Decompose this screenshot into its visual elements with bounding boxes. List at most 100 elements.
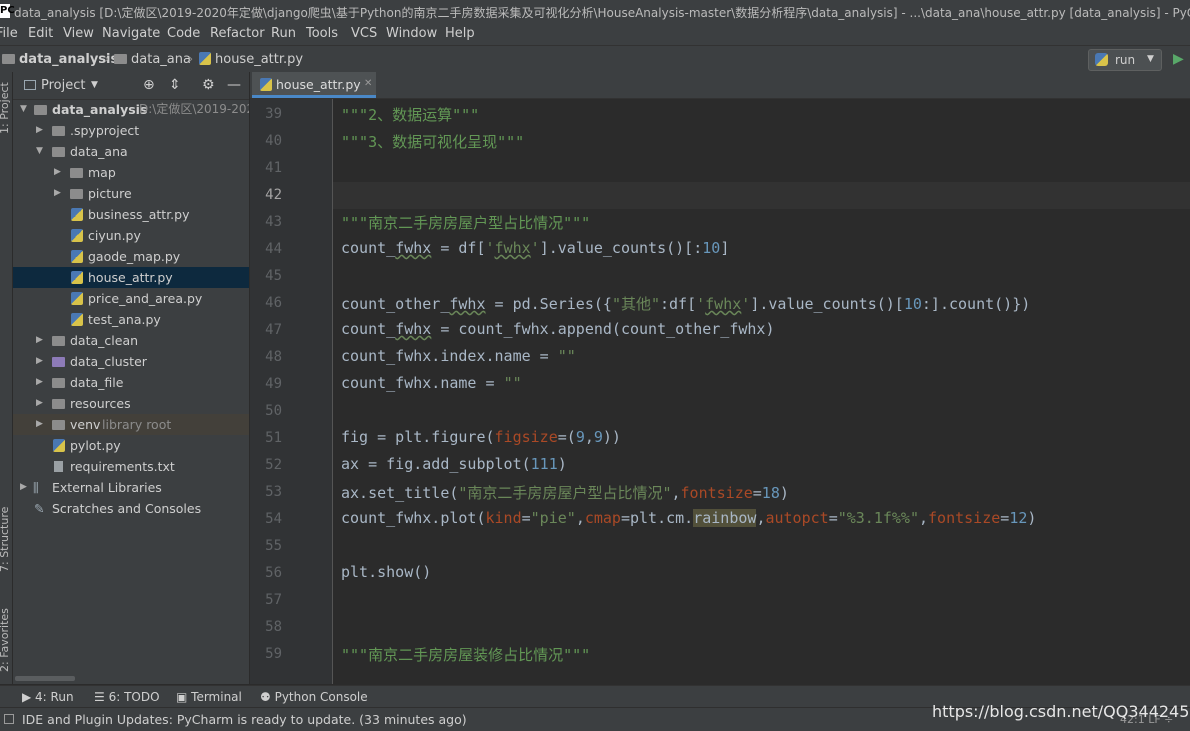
side-tab-favorites[interactable]: 2: Favorites	[0, 608, 11, 672]
terminal-tool-button[interactable]: ▣ Terminal	[176, 690, 242, 704]
menu-window[interactable]: Window	[386, 26, 437, 41]
folder-icon	[34, 105, 47, 115]
collapsed-arrow-icon[interactable]: ▶	[36, 330, 43, 351]
locate-file-icon[interactable]: ⊕	[143, 77, 155, 93]
tree-item-data-file[interactable]: ▶ data_file	[13, 372, 249, 393]
collapsed-arrow-icon[interactable]: ▶	[54, 162, 61, 183]
menu-edit[interactable]: Edit	[28, 26, 53, 41]
status-message[interactable]: IDE and Plugin Updates: PyCharm is ready…	[22, 712, 467, 727]
code-line: """南京二手房房屋户型占比情况"""	[341, 214, 591, 232]
expanded-arrow-icon[interactable]: ▼	[36, 141, 43, 162]
menu-tools[interactable]: Tools	[306, 26, 338, 41]
menu-refactor[interactable]: Refactor	[210, 26, 265, 41]
tree-item-spyproject[interactable]: ▶ .spyproject	[13, 120, 249, 141]
code-line: count_fwhx = count_fwhx.append(count_oth…	[341, 320, 775, 338]
tree-item-data-analysis[interactable]: ▼ data_analysis D:\定做区\2019-202	[13, 99, 249, 120]
python-file-icon	[71, 271, 83, 284]
folder-icon	[52, 126, 65, 136]
expanded-arrow-icon[interactable]: ▼	[20, 99, 27, 120]
collapsed-arrow-icon[interactable]: ▶	[36, 393, 43, 414]
breadcrumb-folder[interactable]: data_ana	[114, 52, 191, 67]
code-line: """南京二手房房屋装修占比情况"""	[341, 646, 591, 664]
breadcrumb-file[interactable]: house_attr.py	[199, 52, 303, 67]
editor-gutter: 39 40 41 42 43 44 45 46 47 48 49 50 51 5…	[250, 99, 333, 684]
menu-help[interactable]: Help	[445, 26, 475, 41]
folder-icon	[2, 54, 15, 64]
project-view-select[interactable]: Project	[41, 78, 85, 93]
folder-icon	[52, 420, 65, 430]
folder-icon	[52, 336, 65, 346]
tree-item-data-clean[interactable]: ▶ data_clean	[13, 330, 249, 351]
code-line: count_fwhx.index.name = ""	[341, 347, 576, 365]
tree-item-external-libraries[interactable]: ▶ ⫼ External Libraries	[13, 477, 249, 498]
tree-item-price-and-area[interactable]: price_and_area.py	[13, 288, 249, 309]
python-file-icon	[71, 250, 83, 263]
tree-item-test-ana[interactable]: test_ana.py	[13, 309, 249, 330]
tree-item-picture[interactable]: ▶ picture	[13, 183, 249, 204]
code-line: """2、数据运算"""	[341, 106, 480, 124]
tree-item-data-cluster[interactable]: ▶ data_cluster	[13, 351, 249, 372]
menu-view[interactable]: View	[63, 26, 94, 41]
chevron-down-icon[interactable]: ▼	[91, 80, 98, 90]
menu-bar: File Edit View Navigate Code Refactor Ru…	[0, 23, 1190, 45]
collapsed-arrow-icon[interactable]: ▶	[36, 351, 43, 372]
tree-item-pylot[interactable]: pylot.py	[13, 435, 249, 456]
tree-item-ciyun[interactable]: ciyun.py	[13, 225, 249, 246]
folder-icon	[52, 399, 65, 409]
menu-code[interactable]: Code	[167, 26, 200, 41]
tree-item-house-attr[interactable]: house_attr.py	[13, 267, 249, 288]
code-line: ax.set_title("南京二手房房屋户型占比情况",fontsize=18…	[341, 484, 789, 502]
tree-item-business-attr[interactable]: business_attr.py	[13, 204, 249, 225]
menu-file[interactable]: File	[0, 26, 18, 41]
python-file-icon	[260, 78, 272, 91]
breadcrumb-project[interactable]: data_analysis	[2, 52, 118, 67]
tree-item-data-ana[interactable]: ▼ data_ana	[13, 141, 249, 162]
side-tab-structure[interactable]: 7: Structure	[0, 507, 11, 572]
collapse-all-icon[interactable]: ⇕	[169, 77, 181, 93]
todo-tool-button[interactable]: ☰ 6: TODO	[94, 690, 160, 704]
close-icon[interactable]: ✕	[364, 78, 372, 89]
code-line: count_fwhx.plot(kind="pie",cmap=plt.cm.r…	[341, 509, 1037, 527]
breadcrumb-separator: ›	[104, 52, 110, 67]
title-bar: PC data_analysis [D:\定做区\2019-2020年定做\dj…	[0, 0, 1190, 24]
line-number: 49	[265, 376, 282, 392]
line-number: 44	[265, 241, 282, 257]
tree-item-scratches[interactable]: ✎ Scratches and Consoles	[13, 498, 249, 519]
collapsed-arrow-icon[interactable]: ▶	[36, 372, 43, 393]
side-tab-project[interactable]: 1: Project	[0, 82, 11, 134]
menu-vcs[interactable]: VCS	[351, 26, 377, 41]
left-tool-strip: 1: Project 7: Structure 2: Favorites	[0, 72, 13, 684]
tree-item-gaode-map[interactable]: gaode_map.py	[13, 246, 249, 267]
run-configuration-select[interactable]: run ▼	[1088, 49, 1162, 71]
collapsed-arrow-icon[interactable]: ▶	[54, 183, 61, 204]
collapsed-arrow-icon[interactable]: ▶	[20, 477, 27, 498]
code-editor[interactable]: """2、数据运算""" """3、数据可视化呈现""" """南京二手房房屋户…	[333, 99, 1190, 684]
event-log-icon[interactable]	[4, 714, 14, 724]
folder-icon	[52, 147, 65, 157]
tree-item-resources[interactable]: ▶ resources	[13, 393, 249, 414]
chevron-down-icon: ▼	[1147, 54, 1154, 64]
tree-item-venv[interactable]: ▶ venv library root	[13, 414, 249, 435]
code-line: count_fwhx.name = ""	[341, 374, 522, 392]
tree-item-requirements[interactable]: requirements.txt	[13, 456, 249, 477]
run-tool-button[interactable]: ▶ 4: Run	[22, 690, 74, 704]
line-number: 50	[265, 403, 282, 419]
line-number: 52	[265, 457, 282, 473]
run-configuration-label: run	[1115, 53, 1136, 67]
collapsed-arrow-icon[interactable]: ▶	[36, 414, 43, 435]
menu-navigate[interactable]: Navigate	[102, 26, 160, 41]
tree-item-map[interactable]: ▶ map	[13, 162, 249, 183]
gear-icon[interactable]: ⚙	[202, 77, 215, 93]
minimize-icon[interactable]: —	[227, 77, 241, 93]
code-line: ax = fig.add_subplot(111)	[341, 455, 567, 473]
collapsed-arrow-icon[interactable]: ▶	[36, 120, 43, 141]
python-file-icon	[53, 439, 65, 452]
menu-run[interactable]: Run	[271, 26, 296, 41]
library-icon: ⫼	[33, 480, 39, 495]
line-number: 48	[265, 349, 282, 365]
project-horizontal-scrollbar[interactable]	[15, 676, 75, 681]
text-file-icon	[54, 461, 63, 472]
run-play-icon[interactable]: ▶	[1173, 51, 1184, 67]
editor-tab-house-attr[interactable]: house_attr.py ✕	[252, 72, 376, 98]
python-console-tool-button[interactable]: ⚉ Python Console	[260, 690, 368, 704]
